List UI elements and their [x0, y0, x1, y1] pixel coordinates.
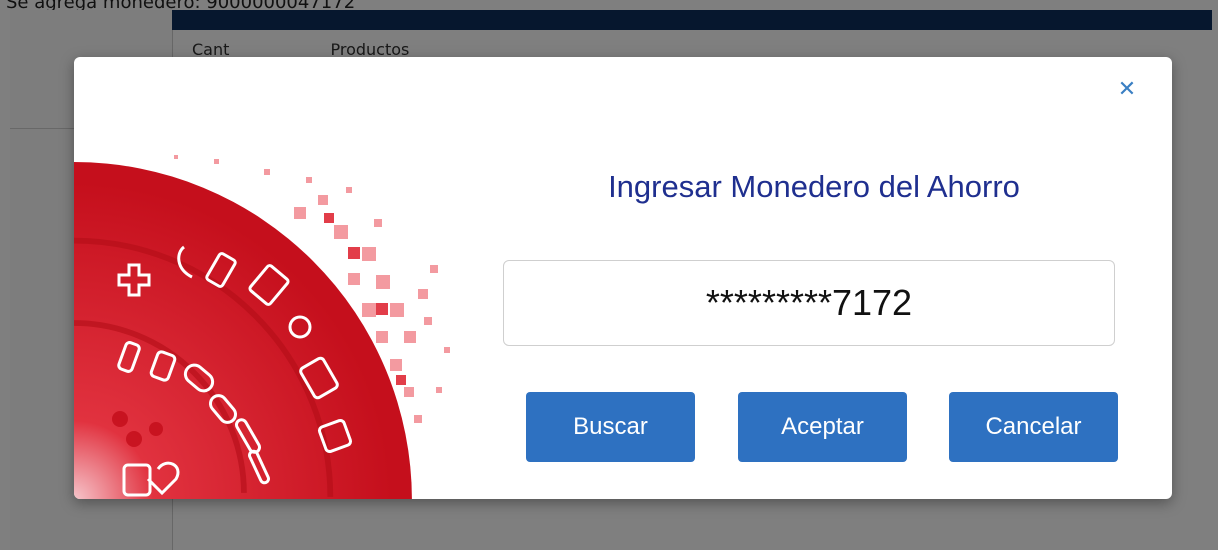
monedero-input[interactable]	[503, 260, 1115, 346]
close-icon[interactable]: ✕	[1116, 79, 1138, 101]
accept-button[interactable]: Aceptar	[738, 392, 907, 462]
cancel-button[interactable]: Cancelar	[949, 392, 1118, 462]
monedero-modal: ✕ Ingresar Monedero del Ahorro *********…	[74, 57, 1172, 499]
pharmacy-decoration	[74, 155, 450, 499]
modal-title: Ingresar Monedero del Ahorro	[608, 169, 1020, 204]
search-button[interactable]: Buscar	[526, 392, 695, 462]
